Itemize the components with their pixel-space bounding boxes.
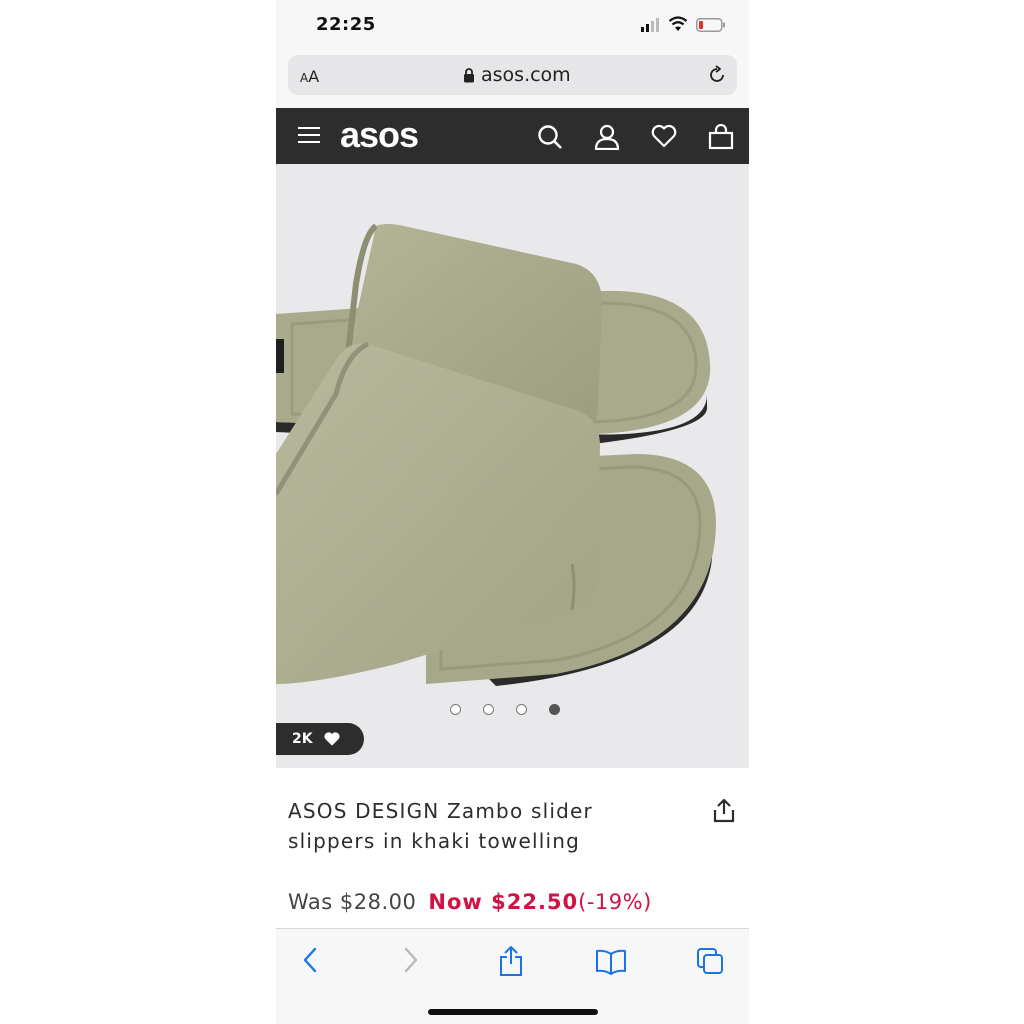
search-icon[interactable] (537, 124, 563, 150)
share-icon[interactable] (712, 798, 736, 824)
browser-chrome: AA asos.com (276, 50, 749, 108)
forward-icon[interactable] (401, 945, 421, 975)
menu-icon[interactable] (298, 126, 320, 144)
phone-screen: 22:25 AA asos.com asos 2K ASOS DESIGN Za… (276, 0, 749, 1024)
tabs-icon[interactable] (696, 947, 724, 975)
heart-icon[interactable] (651, 124, 677, 148)
account-icon[interactable] (594, 124, 620, 150)
ios-share-icon[interactable] (498, 945, 524, 977)
price-block: Was $28.00 Now $22.50 (-19%) (288, 890, 652, 914)
wifi-icon (668, 16, 688, 31)
gallery-dot-active[interactable] (549, 704, 560, 715)
bookmarks-icon[interactable] (595, 949, 627, 975)
heart-filled-icon (324, 732, 340, 746)
text-size-button[interactable]: AA (300, 67, 319, 86)
asos-logo[interactable]: asos (340, 114, 419, 156)
browser-toolbar (276, 928, 749, 1024)
bag-icon[interactable] (708, 124, 734, 150)
product-image (276, 223, 716, 686)
gallery-dot[interactable] (483, 704, 494, 715)
home-indicator (428, 1009, 598, 1015)
site-header: asos (276, 108, 749, 164)
url-display[interactable]: asos.com (463, 64, 571, 86)
product-title: ASOS DESIGN Zambo slider slippers in kha… (288, 799, 593, 853)
gallery-dot[interactable] (450, 704, 461, 715)
battery-icon (696, 18, 725, 32)
status-time: 22:25 (316, 14, 376, 35)
discount-percent: (-19%) (578, 890, 652, 914)
address-bar[interactable]: AA asos.com (288, 55, 737, 95)
url-text: asos.com (481, 64, 571, 86)
back-icon[interactable] (300, 945, 320, 975)
product-image-gallery[interactable]: 2K (276, 164, 749, 768)
lock-icon (464, 67, 474, 82)
gallery-pagination (450, 704, 560, 715)
gallery-dot[interactable] (516, 704, 527, 715)
now-price: Now $22.50 (428, 890, 579, 914)
status-bar: 22:25 (276, 0, 749, 50)
saved-count-badge[interactable]: 2K (276, 723, 364, 755)
signal-icon (641, 18, 659, 32)
reload-icon[interactable] (707, 65, 727, 85)
was-price: Was $28.00 (288, 890, 417, 914)
saved-count: 2K (292, 731, 313, 747)
